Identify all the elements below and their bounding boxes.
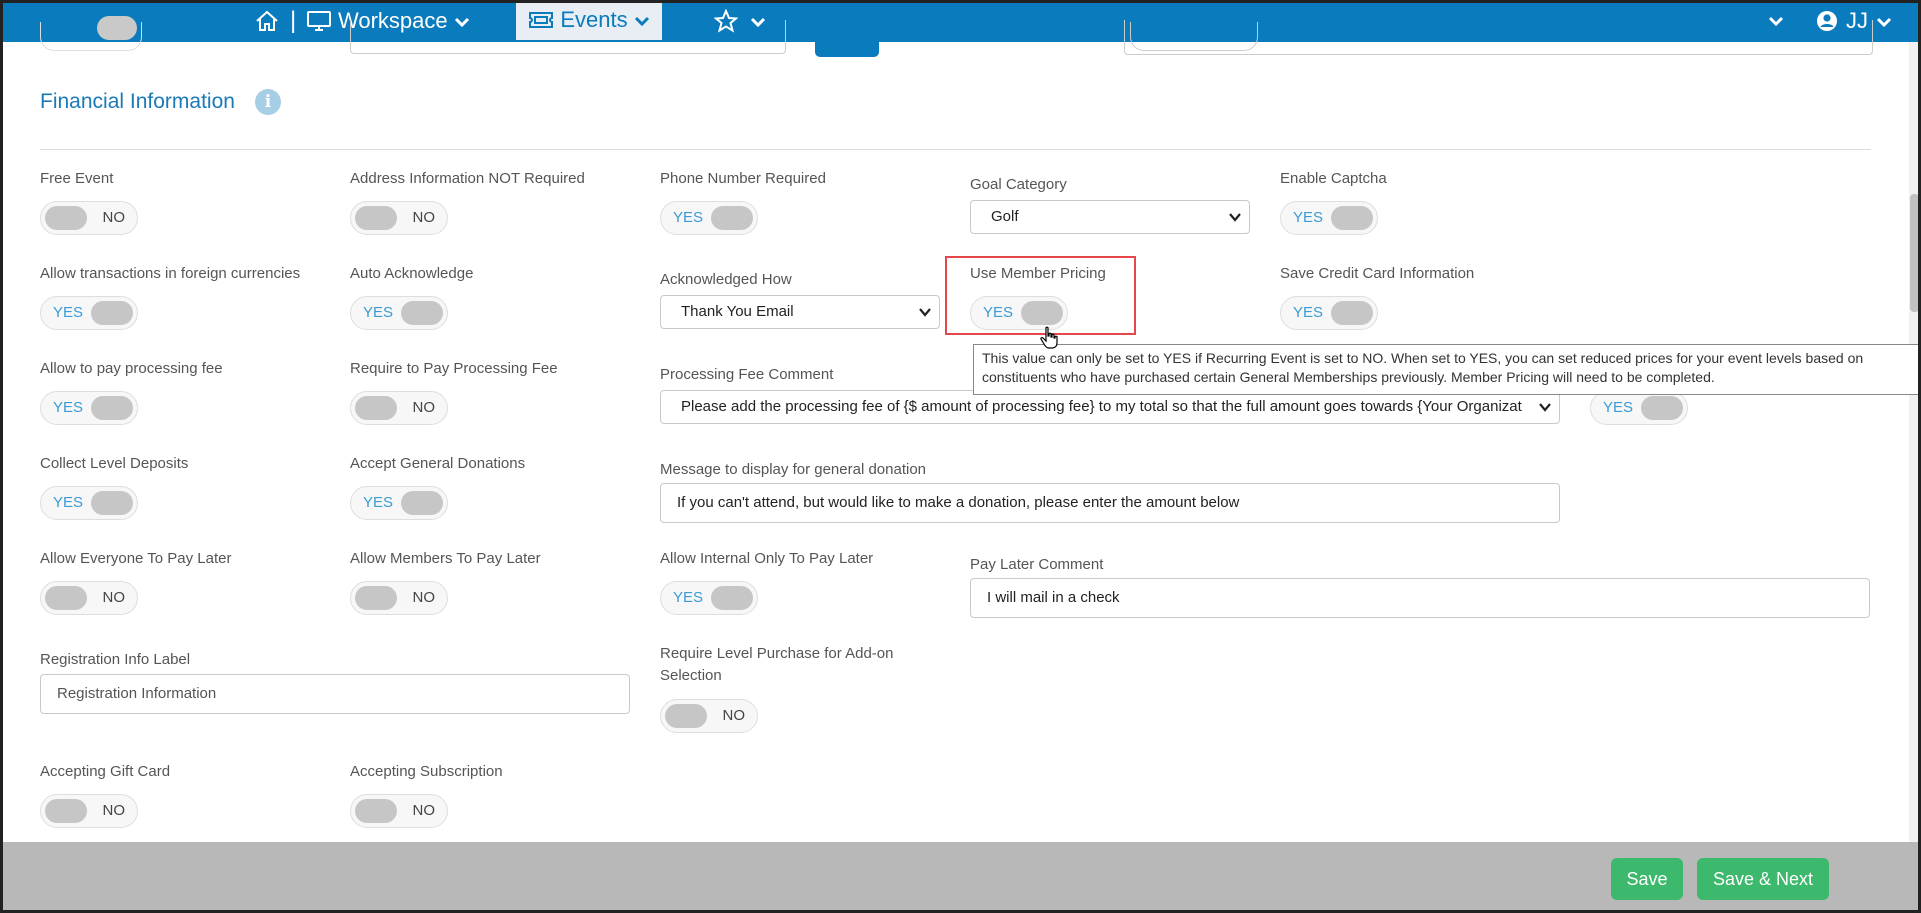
foreign-currencies-toggle[interactable]: YES (40, 296, 138, 330)
processing-fee-comment-label: Processing Fee Comment (660, 366, 834, 383)
enable-captcha-label: Enable Captcha (1280, 170, 1387, 187)
processing-fee-comment-select[interactable]: Please add the processing fee of {$ amou… (660, 390, 1560, 424)
general-donation-message-label: Message to display for general donation (660, 461, 927, 478)
members-pay-later-label: Allow Members To Pay Later (350, 550, 541, 567)
goal-category-label: Goal Category (970, 176, 1067, 193)
partial-toggle[interactable] (40, 16, 142, 51)
registration-info-input[interactable]: Registration Information (40, 674, 630, 714)
acknowledged-how-label: Acknowledged How (660, 271, 792, 288)
phone-required-toggle[interactable]: YES (660, 201, 758, 235)
save-button[interactable]: Save (1611, 858, 1683, 900)
chevron-down-icon (1229, 213, 1241, 222)
collect-level-deposits-toggle[interactable]: YES (40, 486, 138, 520)
partially-hidden-toggle[interactable]: YES (1590, 391, 1688, 425)
acknowledged-how-select[interactable]: Thank You Email (660, 295, 940, 329)
chevron-down-icon (1876, 8, 1892, 34)
partial-inner-control[interactable] (1130, 22, 1258, 51)
scrollbar-thumb[interactable] (1910, 194, 1919, 312)
everyone-pay-later-label: Allow Everyone To Pay Later (40, 550, 232, 567)
partial-button[interactable] (815, 20, 879, 57)
members-pay-later-toggle[interactable]: NO (350, 581, 448, 615)
chevron-down-icon (919, 308, 931, 317)
monitor-icon (307, 11, 331, 31)
require-level-purchase-label: Require Level Purchase for Add-on Select… (660, 645, 894, 684)
foreign-currencies-label: Allow transactions in foreign currencies (40, 265, 301, 282)
require-processing-fee-toggle[interactable]: NO (350, 391, 448, 425)
window-frame (0, 0, 1921, 913)
internal-pay-later-label: Allow Internal Only To Pay Later (660, 550, 874, 567)
accepting-subscription-label: Accepting Subscription (350, 763, 503, 780)
accept-general-donations-toggle[interactable]: YES (350, 486, 448, 520)
pay-later-comment-label: Pay Later Comment (970, 556, 1104, 573)
vertical-scrollbar[interactable] (1909, 42, 1921, 842)
section-title: Financial Information (40, 90, 235, 113)
pay-processing-fee-toggle[interactable]: YES (40, 391, 138, 425)
goal-category-select[interactable]: Golf (970, 200, 1250, 234)
hand-cursor-icon (1040, 326, 1058, 349)
tooltip-line-1: This value can only be set to YES if Rec… (982, 350, 1864, 366)
general-donation-message-input[interactable]: If you can't attend, but would like to m… (660, 483, 1560, 523)
member-pricing-tooltip: This value can only be set to YES if Rec… (973, 344, 1921, 395)
section-divider (40, 149, 1871, 150)
save-credit-card-toggle[interactable]: YES (1280, 296, 1378, 330)
free-event-toggle[interactable]: NO (40, 201, 138, 235)
enable-captcha-toggle[interactable]: YES (1280, 201, 1378, 235)
home-icon[interactable] (254, 0, 280, 42)
registration-info-label: Registration Info Label (40, 651, 191, 668)
free-event-label: Free Event (40, 170, 114, 187)
highlight-box (945, 256, 1136, 335)
auto-acknowledge-label: Auto Acknowledge (350, 265, 474, 282)
address-not-required-label: Address Information NOT Required (350, 170, 585, 187)
pay-later-comment-input[interactable]: I will mail in a check (970, 578, 1870, 618)
require-processing-fee-label: Require to Pay Processing Fee (350, 360, 558, 377)
everyone-pay-later-toggle[interactable]: NO (40, 581, 138, 615)
accepting-gift-card-label: Accepting Gift Card (40, 763, 171, 780)
save-and-next-button[interactable]: Save & Next (1697, 858, 1829, 900)
require-level-purchase-toggle[interactable]: NO (660, 699, 758, 733)
internal-pay-later-toggle[interactable]: YES (660, 581, 758, 615)
phone-required-label: Phone Number Required (660, 170, 826, 187)
nav-separator: | (290, 7, 297, 34)
info-icon[interactable]: i (255, 89, 281, 115)
save-credit-card-label: Save Credit Card Information (1280, 265, 1475, 282)
auto-acknowledge-toggle[interactable]: YES (350, 296, 448, 330)
partial-input[interactable] (350, 20, 786, 54)
collect-level-deposits-label: Collect Level Deposits (40, 455, 189, 472)
tooltip-line-2: constituents who have purchased certain … (982, 369, 1715, 385)
accepting-gift-card-toggle[interactable]: NO (40, 794, 138, 828)
accepting-subscription-toggle[interactable]: NO (350, 794, 448, 828)
accept-general-donations-label: Accept General Donations (350, 455, 526, 472)
pay-processing-fee-label: Allow to pay processing fee (40, 360, 223, 377)
chevron-down-icon (1539, 403, 1551, 412)
address-not-required-toggle[interactable]: NO (350, 201, 448, 235)
